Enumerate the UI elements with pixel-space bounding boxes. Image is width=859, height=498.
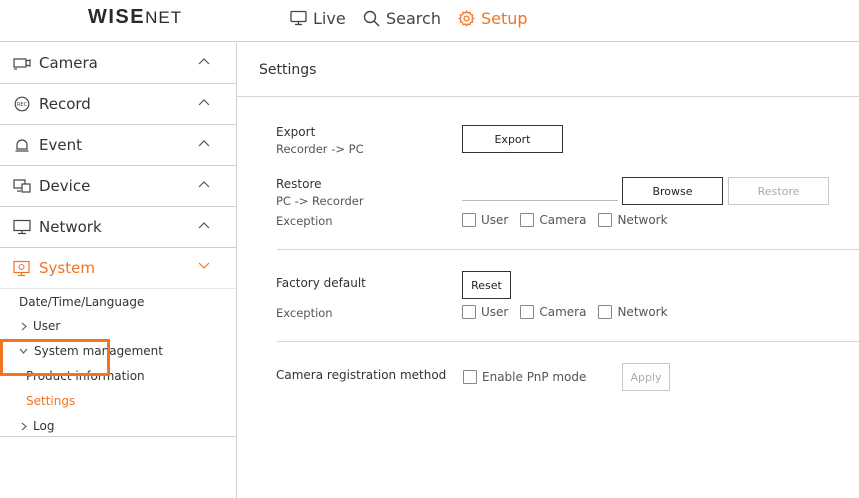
sidebar-item-label: Network xyxy=(39,218,102,236)
submenu-user[interactable]: User xyxy=(21,319,60,333)
sidebar-item-label: Event xyxy=(39,136,82,154)
nav-live[interactable]: Live xyxy=(290,7,346,29)
checkbox[interactable] xyxy=(462,213,476,227)
top-header: WISENET Live Search Setup xyxy=(0,0,859,42)
chevron-up-icon xyxy=(198,181,210,188)
restore-exception-user[interactable]: User xyxy=(462,213,508,227)
wisenet-logo: WISENET xyxy=(88,6,183,28)
pnp-mode-option[interactable]: Enable PnP mode xyxy=(463,370,586,384)
device-icon xyxy=(13,177,31,195)
checkbox-label: Camera xyxy=(539,305,587,319)
checkbox[interactable] xyxy=(598,213,613,227)
system-icon xyxy=(13,259,31,277)
factory-exception-user[interactable]: User xyxy=(462,305,508,319)
nav-search[interactable]: Search xyxy=(363,7,441,29)
monitor-icon xyxy=(290,10,307,26)
page-title: Settings xyxy=(259,62,317,78)
checkbox[interactable] xyxy=(520,213,535,227)
checkbox-label: Network xyxy=(617,213,668,227)
sidebar-item-system[interactable]: System xyxy=(0,248,236,289)
sidebar-item-label: Camera xyxy=(39,54,98,72)
camera-icon xyxy=(13,54,31,72)
factory-exception-camera[interactable]: Camera xyxy=(520,305,586,319)
network-icon xyxy=(13,218,31,236)
checkbox[interactable] xyxy=(520,305,535,319)
restore-sub-label: PC -> Recorder xyxy=(276,194,364,208)
restore-button[interactable]: Restore xyxy=(728,177,829,205)
sidebar-item-camera[interactable]: Camera xyxy=(0,43,236,84)
section-divider xyxy=(277,341,859,342)
sidebar-item-record[interactable]: REC Record xyxy=(0,84,236,125)
camera-registration-label: Camera registration method xyxy=(276,368,447,382)
restore-exception-camera[interactable]: Camera xyxy=(520,213,586,227)
submenu-label: Log xyxy=(33,419,55,433)
nav-setup[interactable]: Setup xyxy=(458,7,528,29)
search-icon xyxy=(363,10,380,27)
gear-icon xyxy=(458,9,475,27)
bell-icon xyxy=(13,136,31,154)
checkbox-label: Camera xyxy=(539,213,587,227)
restore-exception-network[interactable]: Network xyxy=(598,213,668,227)
factory-default-label: Factory default xyxy=(276,276,366,290)
sidebar-item-network[interactable]: Network xyxy=(0,207,236,248)
submenu-label: Date/Time/Language xyxy=(19,295,145,309)
factory-exception-label: Exception xyxy=(276,306,333,320)
sidebar-item-label: Device xyxy=(39,177,91,195)
chevron-up-icon xyxy=(198,99,210,106)
chevron-right-icon xyxy=(21,322,27,330)
nav-search-label: Search xyxy=(386,8,441,28)
sidebar: Camera REC Record Event Device Network S… xyxy=(0,43,237,498)
nav-setup-label: Setup xyxy=(481,8,528,28)
svg-text:REC: REC xyxy=(17,102,28,108)
factory-exception-options: User Camera Network xyxy=(462,305,680,319)
sidebar-item-label: System xyxy=(39,259,95,277)
settings-panel: Settings Export Recorder -> PC Export Re… xyxy=(237,43,859,498)
chevron-up-icon xyxy=(198,222,210,229)
factory-exception-network[interactable]: Network xyxy=(598,305,668,319)
checkbox[interactable] xyxy=(462,305,476,319)
settings-highlight-box xyxy=(0,339,110,376)
sidebar-item-device[interactable]: Device xyxy=(0,166,236,207)
sidebar-item-event[interactable]: Event xyxy=(0,125,236,166)
chevron-down-icon xyxy=(198,262,210,269)
sidebar-item-label: Record xyxy=(39,95,91,113)
checkbox-label: Network xyxy=(617,305,668,319)
restore-exception-options: User Camera Network xyxy=(462,213,680,227)
browse-button[interactable]: Browse xyxy=(622,177,723,205)
restore-file-path-field[interactable] xyxy=(462,200,618,201)
chevron-right-icon xyxy=(21,422,27,430)
export-label: Export xyxy=(276,125,316,139)
export-button[interactable]: Export xyxy=(462,125,563,153)
submenu-label: User xyxy=(33,319,61,333)
checkbox-label: User xyxy=(481,305,509,319)
reset-button[interactable]: Reset xyxy=(462,271,511,299)
chevron-up-icon xyxy=(198,140,210,147)
nav-live-label: Live xyxy=(313,8,346,28)
submenu-date-time-language[interactable]: Date/Time/Language xyxy=(19,295,144,309)
restore-label: Restore xyxy=(276,177,322,191)
pnp-mode-label: Enable PnP mode xyxy=(482,370,587,384)
submenu-settings[interactable]: Settings xyxy=(26,394,75,408)
title-divider xyxy=(237,96,859,97)
submenu-log[interactable]: Log xyxy=(21,419,54,433)
section-divider xyxy=(277,249,859,250)
submenu-label: Settings xyxy=(26,394,76,408)
checkbox-label: User xyxy=(481,213,509,227)
restore-exception-label: Exception xyxy=(276,214,333,228)
export-sub-label: Recorder -> PC xyxy=(276,142,364,156)
checkbox[interactable] xyxy=(598,305,613,319)
record-icon: REC xyxy=(13,95,31,113)
apply-button[interactable]: Apply xyxy=(622,363,670,391)
pnp-mode-checkbox[interactable] xyxy=(463,370,477,384)
chevron-up-icon xyxy=(198,58,210,65)
